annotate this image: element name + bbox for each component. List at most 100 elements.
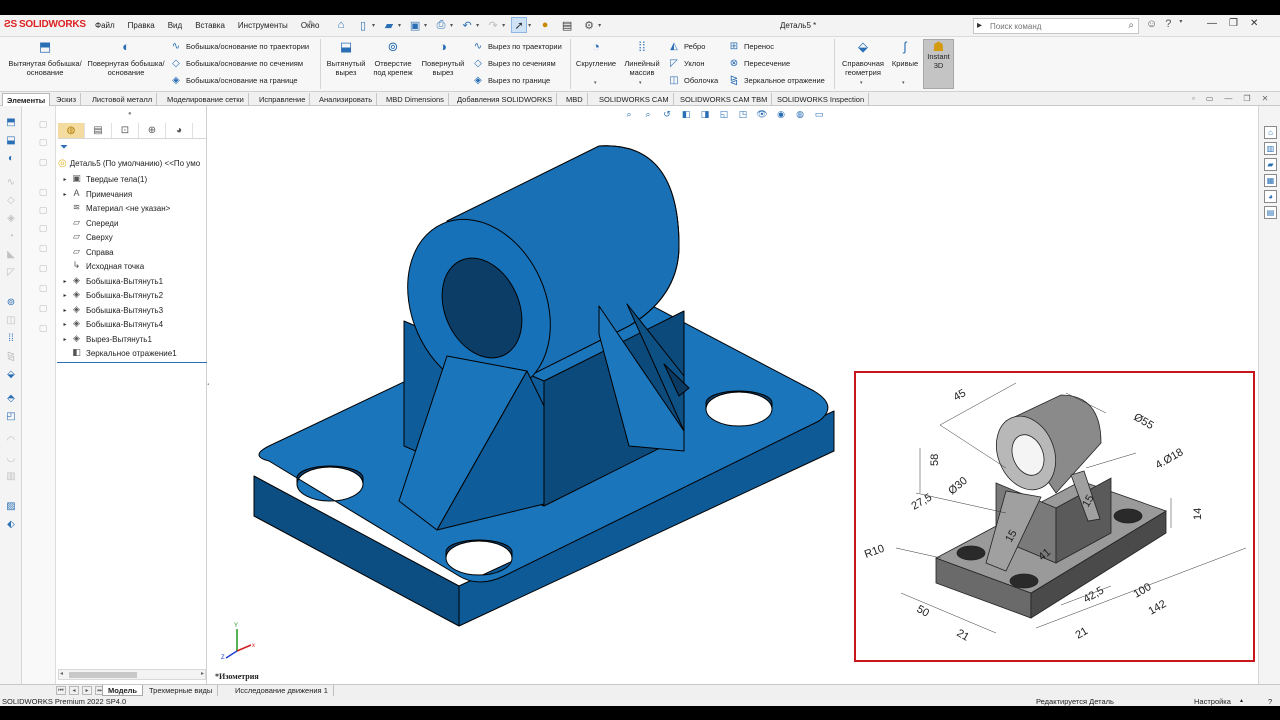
- expand-arrow-icon[interactable]: ▸: [60, 176, 70, 183]
- expand-arrow-icon[interactable]: ▸: [60, 191, 70, 198]
- fillet-shortcut-icon[interactable]: ◔: [4, 230, 18, 243]
- 3d-model-view[interactable]: [209, 106, 849, 666]
- tab-mbd[interactable]: MBD: [562, 93, 588, 106]
- tree-item[interactable]: ▱ Спереди: [60, 216, 118, 230]
- file-properties-icon[interactable]: ▤: [559, 17, 575, 33]
- tab-3d-views[interactable]: Трехмерные виды: [144, 685, 219, 696]
- configuration-manager-tab-icon[interactable]: ⊡: [112, 123, 139, 138]
- tree-item[interactable]: ↳ Исходная точка: [60, 259, 144, 273]
- boundary-boss-button[interactable]: ◈ Бобышка/основание на границе: [170, 75, 297, 86]
- wrap-button[interactable]: ⊞ Перенос: [728, 41, 774, 52]
- curves-button[interactable]: ʃ Кривые: [888, 40, 922, 68]
- tab-solidworks-cam-tbm[interactable]: SOLIDWORKS CAM TBM: [676, 93, 773, 106]
- view-palette-icon[interactable]: ▦: [1264, 174, 1277, 187]
- open-folder-icon[interactable]: ▰: [381, 17, 397, 33]
- revolve-cut-button[interactable]: ◑ Повернутый вырез: [418, 40, 468, 77]
- print-icon[interactable]: ⎙: [433, 17, 449, 33]
- strip-icon[interactable]: ▢: [37, 262, 49, 274]
- sweep-cut-button[interactable]: ∿ Вырез по траектории: [472, 41, 562, 52]
- tree-item[interactable]: ▸ ◈ Бобышка-Вытянуть2: [60, 288, 163, 302]
- tab-evaluate[interactable]: Анализировать: [315, 93, 378, 106]
- boundary-cut-button[interactable]: ◈ Вырез по границе: [472, 75, 550, 86]
- save-icon[interactable]: ▣: [407, 17, 423, 33]
- loft-cut-button[interactable]: ◇ Вырез по сечениям: [472, 58, 556, 69]
- expand-arrow-icon[interactable]: ▸: [60, 292, 70, 299]
- dimxpert-tab-icon[interactable]: ⊕: [139, 123, 166, 138]
- expand-arrow-icon[interactable]: ▸: [60, 321, 70, 328]
- tab-repair[interactable]: Исправление: [255, 93, 311, 106]
- fillet-button[interactable]: ◔ Скругление: [573, 40, 619, 68]
- menu-edit[interactable]: Правка: [128, 21, 155, 30]
- measure-shortcut-icon[interactable]: ▨: [4, 500, 18, 513]
- tab-mbd-dimensions[interactable]: MBD Dimensions: [382, 93, 449, 106]
- tab-features[interactable]: Элементы: [2, 93, 51, 106]
- command-search-input[interactable]: ▸ Поиск команд ⌕: [973, 18, 1139, 34]
- scroll-right-icon[interactable]: ▸: [201, 670, 204, 677]
- next-tab-icon[interactable]: ▸: [82, 686, 92, 695]
- tab-motion-study[interactable]: Исследование движения 1: [230, 685, 334, 696]
- expand-arrow-icon[interactable]: ▸: [60, 307, 70, 314]
- display-manager-tab-icon[interactable]: ◕: [166, 123, 193, 138]
- loft-shortcut-icon[interactable]: ◇: [4, 194, 18, 207]
- strip-icon[interactable]: ▢: [37, 322, 49, 334]
- loft-boss-button[interactable]: ◇ Бобышка/основание по сечениям: [170, 58, 303, 69]
- fillet-dropdown-icon[interactable]: ▾: [594, 80, 597, 86]
- sweep-shortcut-icon[interactable]: ∿: [4, 176, 18, 189]
- options-gear-icon[interactable]: ⚙: [581, 17, 597, 33]
- display-shortcut-icon[interactable]: ◰: [4, 410, 18, 423]
- first-tab-icon[interactable]: ⏮: [56, 686, 66, 695]
- boundary-shortcut-icon[interactable]: ◈: [4, 212, 18, 225]
- prev-tab-icon[interactable]: ◂: [69, 686, 79, 695]
- pattern-shortcut-icon[interactable]: ⁞⁞: [4, 332, 18, 345]
- tab-solidworks-cam[interactable]: SOLIDWORKS CAM: [595, 93, 674, 106]
- ref-geometry-shortcut-icon[interactable]: ⬙: [4, 368, 18, 381]
- tree-item[interactable]: ≋ Материал <не указан>: [60, 201, 171, 215]
- pattern-dropdown-icon[interactable]: ▾: [639, 80, 642, 86]
- search-icon[interactable]: ⌕: [1128, 20, 1134, 31]
- save-dropdown-icon[interactable]: ▾: [424, 22, 427, 29]
- viewport-float-icon[interactable]: ▫: [1192, 94, 1195, 103]
- property-manager-tab-icon[interactable]: ▤: [85, 123, 112, 138]
- solidworks-resources-icon[interactable]: ⌂: [1264, 126, 1277, 139]
- extrude-cut-button[interactable]: ⬓ Вытянутый вырез: [324, 40, 368, 77]
- strip-icon[interactable]: ▢: [37, 156, 49, 168]
- new-dropdown-icon[interactable]: ▾: [372, 22, 375, 29]
- custom-properties-icon[interactable]: ▤: [1264, 206, 1277, 219]
- strip-icon[interactable]: ▢: [37, 118, 49, 130]
- tree-item[interactable]: ◧ Зеркальное отражение1: [60, 346, 176, 360]
- ref-geometry-dropdown-icon[interactable]: ▾: [860, 80, 863, 86]
- options-dropdown-icon[interactable]: ▾: [598, 22, 601, 29]
- filter-icon[interactable]: ⏷: [60, 142, 68, 153]
- new-document-icon[interactable]: ▯: [355, 17, 371, 33]
- draft-button[interactable]: ◸ Уклон: [668, 58, 704, 69]
- tree-horizontal-scrollbar[interactable]: ◂ ▸: [58, 669, 206, 680]
- linear-pattern-button[interactable]: ⁞⁞ Линейный массив: [620, 40, 664, 77]
- file-explorer-icon[interactable]: ▰: [1264, 158, 1277, 171]
- extrude-boss-button[interactable]: ⬒ Вытянутая бобышка/основание: [4, 40, 86, 77]
- strip-icon[interactable]: ▢: [37, 204, 49, 216]
- strip-icon[interactable]: ▢: [37, 242, 49, 254]
- scroll-left-icon[interactable]: ◂: [60, 670, 63, 677]
- revolve-boss-button[interactable]: ◐ Повернутая бобышка/основание: [86, 40, 166, 77]
- viewport-split-icon[interactable]: ▭: [1206, 94, 1214, 103]
- surface-shortcut-icon[interactable]: ◠: [4, 434, 18, 447]
- rollback-bar[interactable]: [57, 362, 207, 363]
- redo-dropdown-icon[interactable]: ▾: [502, 22, 505, 29]
- help-dropdown-icon[interactable]: ▾: [1179, 18, 1182, 30]
- status-settings-dropdown-icon[interactable]: ▴: [1240, 697, 1243, 704]
- tab-mesh-modeling[interactable]: Моделирование сетки: [163, 93, 249, 106]
- status-help-icon[interactable]: ?: [1268, 697, 1272, 706]
- tree-item[interactable]: ▱ Сверху: [60, 230, 113, 244]
- hole-shortcut-icon[interactable]: ⊚: [4, 296, 18, 309]
- viewport-minimize-icon[interactable]: —: [1224, 94, 1232, 103]
- strip-icon[interactable]: ▢: [37, 186, 49, 198]
- strip-icon[interactable]: ▢: [37, 302, 49, 314]
- expand-arrow-icon[interactable]: ▸: [60, 278, 70, 285]
- help-icon[interactable]: ?: [1165, 18, 1171, 30]
- section-view-shortcut-icon[interactable]: ⬘: [4, 392, 18, 405]
- appearances-icon[interactable]: ◕: [1264, 190, 1277, 203]
- feature-tree-tab-icon[interactable]: ◍: [58, 123, 85, 138]
- status-settings[interactable]: Настройка: [1194, 697, 1231, 706]
- revolve-shortcut-icon[interactable]: ◐: [4, 152, 18, 165]
- expand-arrow-icon[interactable]: ▸: [60, 336, 70, 343]
